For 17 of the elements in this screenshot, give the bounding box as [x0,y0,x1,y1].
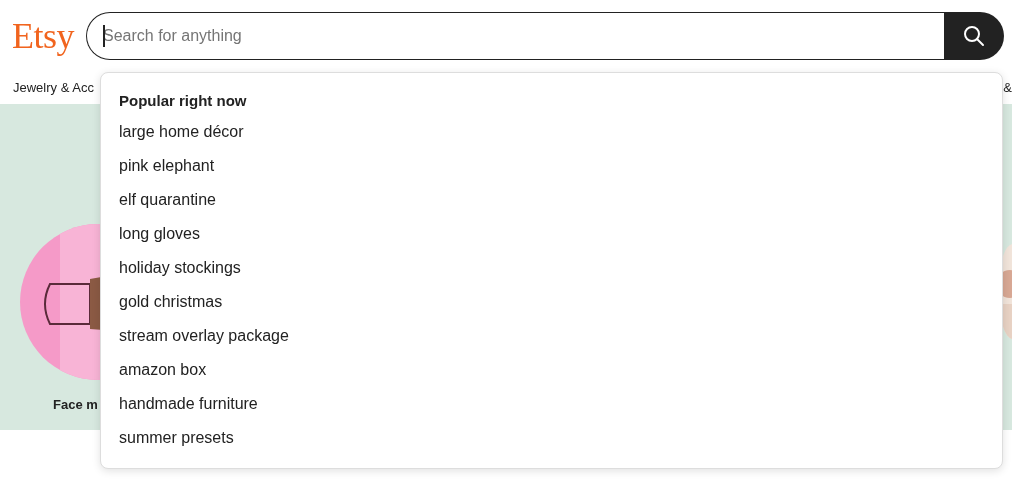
suggestion-item[interactable]: gold christmas [101,285,1002,319]
search-icon [963,25,985,47]
search-button[interactable] [944,12,1004,60]
suggestions-heading: Popular right now [118,91,248,111]
suggestion-item[interactable]: pink elephant [101,149,1002,183]
category-link[interactable]: Jewelry & Acc [13,78,94,98]
suggestion-item[interactable]: holiday stockings [101,251,1002,285]
category-label[interactable]: Face m [53,395,98,415]
suggestion-item[interactable]: handmade furniture [101,387,1002,421]
category-link[interactable]: & [1003,78,1012,98]
suggestion-item[interactable]: stream overlay package [101,319,1002,353]
search-field[interactable]: Search for anything [86,12,944,60]
suggestion-item[interactable]: long gloves [101,217,1002,251]
suggestion-item[interactable]: amazon box [101,353,1002,387]
suggestion-item[interactable]: large home décor [101,115,1002,149]
suggestion-item[interactable]: elf quarantine [101,183,1002,217]
suggestion-item[interactable]: summer presets [101,421,1002,455]
